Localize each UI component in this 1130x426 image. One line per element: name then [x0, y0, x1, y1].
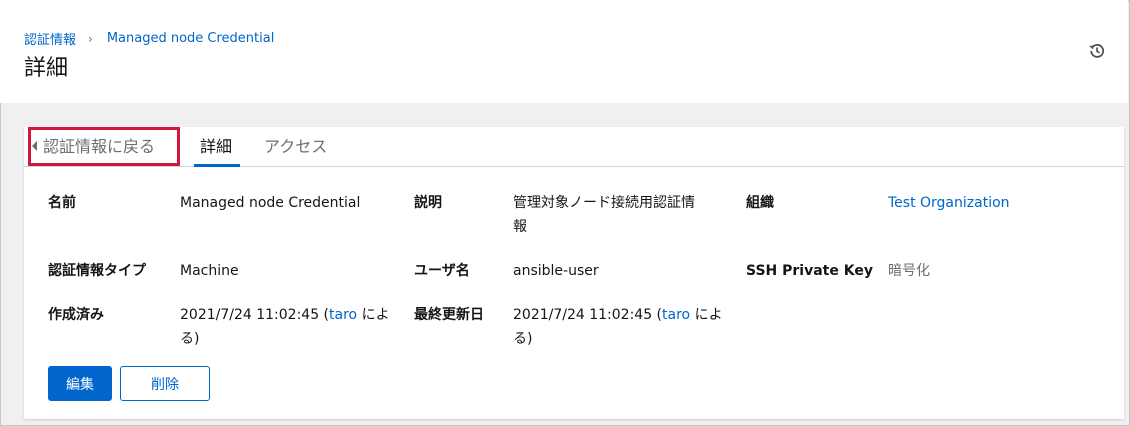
credential-type-label: 認証情報タイプ	[48, 263, 146, 279]
history-icon-svg	[1089, 44, 1105, 58]
modified-line-1: 2021/7/24 11:02:45 (taro によ	[513, 303, 723, 327]
created-date: 2021/7/24 11:02:45 (	[180, 307, 330, 323]
created-user-link[interactable]: taro	[329, 307, 357, 323]
organization-label: 組織	[746, 195, 774, 211]
modified-user-link[interactable]: taro	[662, 307, 690, 323]
breadcrumb-credentials-link[interactable]: 認証情報	[24, 29, 76, 48]
detail-card: 認証情報に戻る 詳細 アクセス 名前 Managed node Credenti…	[24, 127, 1124, 419]
chevron-right-icon: ›	[88, 31, 93, 46]
modified-value: 2021/7/24 11:02:45 (taro によ る)	[513, 303, 723, 351]
history-icon[interactable]	[1088, 42, 1108, 62]
created-line-1: 2021/7/24 11:02:45 (taro によ	[180, 303, 390, 327]
edit-button[interactable]: 編集	[48, 366, 112, 401]
delete-button[interactable]: 削除	[120, 366, 210, 401]
description-line-1: 管理対象ノード接続用認証情	[513, 195, 695, 211]
organization-value: Test Organization	[888, 191, 1010, 215]
ssh-key-value: 暗号化	[888, 263, 930, 279]
organization-link[interactable]: Test Organization	[888, 195, 1010, 211]
description-line-2: 報	[513, 219, 527, 235]
highlight-box	[28, 127, 180, 166]
created-suffix: によ	[357, 307, 390, 323]
tab-bar: 認証情報に戻る 詳細 アクセス	[24, 127, 1124, 167]
created-line-2: る)	[180, 331, 200, 347]
modified-date: 2021/7/24 11:02:45 (	[513, 307, 663, 323]
created-value: 2021/7/24 11:02:45 (taro によ る)	[180, 303, 390, 351]
page-header: 認証情報 › Managed node Credential 詳細	[0, 0, 1128, 103]
breadcrumb: 認証情報 › Managed node Credential	[24, 29, 274, 48]
description-label: 説明	[414, 195, 442, 211]
page-title: 詳細	[24, 56, 69, 81]
credential-type-value: Machine	[180, 263, 239, 279]
tab-access[interactable]: アクセス	[264, 127, 327, 167]
modified-line-2: る)	[513, 331, 533, 347]
ssh-key-label: SSH Private Key	[746, 263, 873, 279]
tab-details[interactable]: 詳細	[193, 127, 241, 167]
username-value: ansible-user	[513, 263, 599, 279]
description-value: 管理対象ノード接続用認証情 報	[513, 191, 695, 239]
created-label: 作成済み	[48, 307, 104, 323]
name-label: 名前	[48, 195, 76, 211]
username-label: ユーザ名	[414, 263, 470, 279]
name-value: Managed node Credential	[180, 195, 361, 211]
breadcrumb-current-link[interactable]: Managed node Credential	[107, 31, 275, 46]
modified-suffix: によ	[690, 307, 723, 323]
modified-label: 最終更新日	[414, 307, 484, 323]
